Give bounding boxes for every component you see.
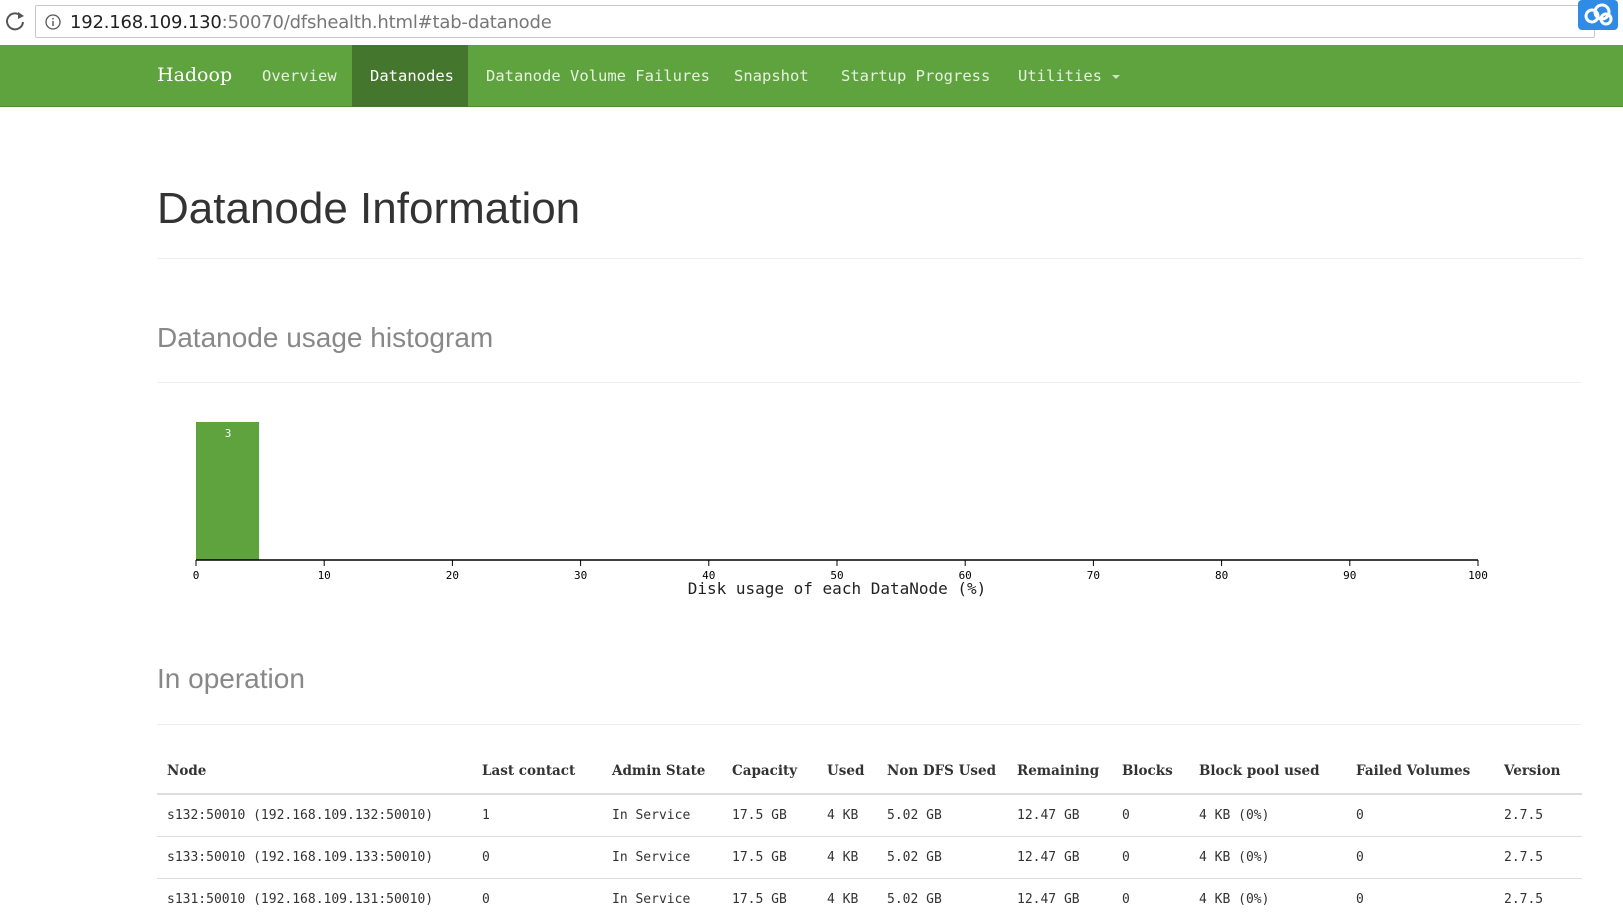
datanode-table: Node Last contact Admin State Capacity Used N… <box>157 748 1582 919</box>
table-cell: 2.7.5 <box>1494 793 1582 836</box>
table-cell: 0 <box>1346 793 1494 836</box>
table-cell: 0 <box>1112 793 1189 836</box>
column-header[interactable]: Block pool used <box>1189 748 1346 795</box>
table-cell: 5.02 GB <box>877 793 1007 836</box>
x-tick-label: 0 <box>193 569 200 582</box>
table-cell: 4 KB <box>817 877 877 919</box>
nav-overview[interactable]: Overview <box>244 45 355 107</box>
table-cell: In Service <box>602 877 722 919</box>
column-header[interactable]: Remaining <box>1007 748 1112 795</box>
x-tick-label: 100 <box>1468 569 1488 582</box>
table-row: s131:50010 (192.168.109.131:50010) 0 In Se… <box>157 877 1582 919</box>
url-field[interactable]: 192.168.109.130:50070/dfshealth.html#tab… <box>35 5 1595 38</box>
table-cell: 2.7.5 <box>1494 877 1582 919</box>
histogram-bar <box>196 422 260 560</box>
x-tick-label: 10 <box>318 569 331 582</box>
table-cell: s132:50010 (192.168.109.132:50010) <box>157 793 472 836</box>
x-axis-label: Disk usage of each DataNode (%) <box>688 579 987 598</box>
column-header[interactable]: Admin State <box>602 748 722 795</box>
table-cell: 4 KB (0%) <box>1189 793 1346 836</box>
table-cell: 0 <box>472 877 602 919</box>
x-tick-label: 70 <box>1087 569 1100 582</box>
x-tick-label: 80 <box>1215 569 1228 582</box>
nav-datanodes[interactable]: Datanodes <box>352 45 468 107</box>
table-cell: 2.7.5 <box>1494 835 1582 878</box>
column-header[interactable]: Version <box>1494 748 1582 795</box>
divider <box>157 258 1582 259</box>
operation-title: In operation <box>157 663 305 694</box>
table-row: s132:50010 (192.168.109.132:50010) 1 In Se… <box>157 793 1582 836</box>
histogram-title: Datanode usage histogram <box>157 322 494 353</box>
table-cell: 17.5 GB <box>722 877 817 919</box>
column-header[interactable]: Capacity <box>722 748 817 795</box>
usage-histogram: 3 0 10 20 30 40 50 60 70 80 90 100 Disk usage of eac… <box>180 410 1500 600</box>
bar-count-label: 3 <box>225 427 232 440</box>
table-cell: 5.02 GB <box>877 835 1007 878</box>
page-title: Datanode Information <box>157 184 581 233</box>
table-header-row: Node Last contact Admin State Capacity Used N… <box>157 748 1582 795</box>
table-cell: s133:50010 (192.168.109.133:50010) <box>157 835 472 878</box>
table-cell: 12.47 GB <box>1007 877 1112 919</box>
top-navbar: Hadoop Overview Datanodes Datanode Volum… <box>0 45 1623 107</box>
table-cell: 12.47 GB <box>1007 793 1112 836</box>
table-cell: 0 <box>472 835 602 878</box>
info-icon[interactable] <box>45 14 61 30</box>
column-header[interactable]: Node <box>157 748 472 795</box>
caret-down-icon <box>1112 74 1120 79</box>
table-cell: 1 <box>472 793 602 836</box>
column-header[interactable]: Non DFS Used <box>877 748 1007 795</box>
table-cell: 0 <box>1346 877 1494 919</box>
table-cell: s131:50010 (192.168.109.131:50010) <box>157 877 472 919</box>
nav-snapshot[interactable]: Snapshot <box>716 45 827 107</box>
table-cell: In Service <box>602 793 722 836</box>
nav-utilities-label: Utilities <box>1018 67 1102 85</box>
table-cell: 0 <box>1346 835 1494 878</box>
table-row: s133:50010 (192.168.109.133:50010) 0 In Se… <box>157 835 1582 878</box>
reload-icon[interactable] <box>4 10 26 32</box>
divider <box>157 724 1582 725</box>
table-cell: 4 KB <box>817 793 877 836</box>
table-cell: 4 KB <box>817 835 877 878</box>
table-cell: 17.5 GB <box>722 835 817 878</box>
divider <box>157 382 1582 383</box>
table-cell: 5.02 GB <box>877 877 1007 919</box>
nav-startup-progress[interactable]: Startup Progress <box>823 45 1008 107</box>
table-cell: 4 KB (0%) <box>1189 835 1346 878</box>
x-tick-label: 90 <box>1343 569 1356 582</box>
table-cell: 17.5 GB <box>722 793 817 836</box>
url-text: 192.168.109.130:50070/dfshealth.html#tab… <box>70 12 552 33</box>
x-tick-label: 20 <box>446 569 459 582</box>
table-cell: 12.47 GB <box>1007 835 1112 878</box>
nav-utilities[interactable]: Utilities <box>1000 45 1138 107</box>
column-header[interactable]: Used <box>817 748 877 795</box>
histogram-svg: 30 10 20 30 40 50 60 70 80 90 100Disk usage of eac… <box>193 422 1488 598</box>
table-cell: In Service <box>602 835 722 878</box>
x-tick-label: 30 <box>574 569 587 582</box>
brand-link[interactable]: Hadoop <box>157 64 232 86</box>
cloud-extension-icon[interactable] <box>1578 0 1618 30</box>
table-cell: 0 <box>1112 877 1189 919</box>
column-header[interactable]: Last contact <box>472 748 602 795</box>
table-cell: 4 KB (0%) <box>1189 877 1346 919</box>
nav-datanode-volume-failures[interactable]: Datanode Volume Failures <box>468 45 728 107</box>
column-header[interactable]: Failed Volumes <box>1346 748 1494 795</box>
table-cell: 0 <box>1112 835 1189 878</box>
column-header[interactable]: Blocks <box>1112 748 1189 795</box>
browser-address-bar: 192.168.109.130:50070/dfshealth.html#tab… <box>0 0 1623 44</box>
